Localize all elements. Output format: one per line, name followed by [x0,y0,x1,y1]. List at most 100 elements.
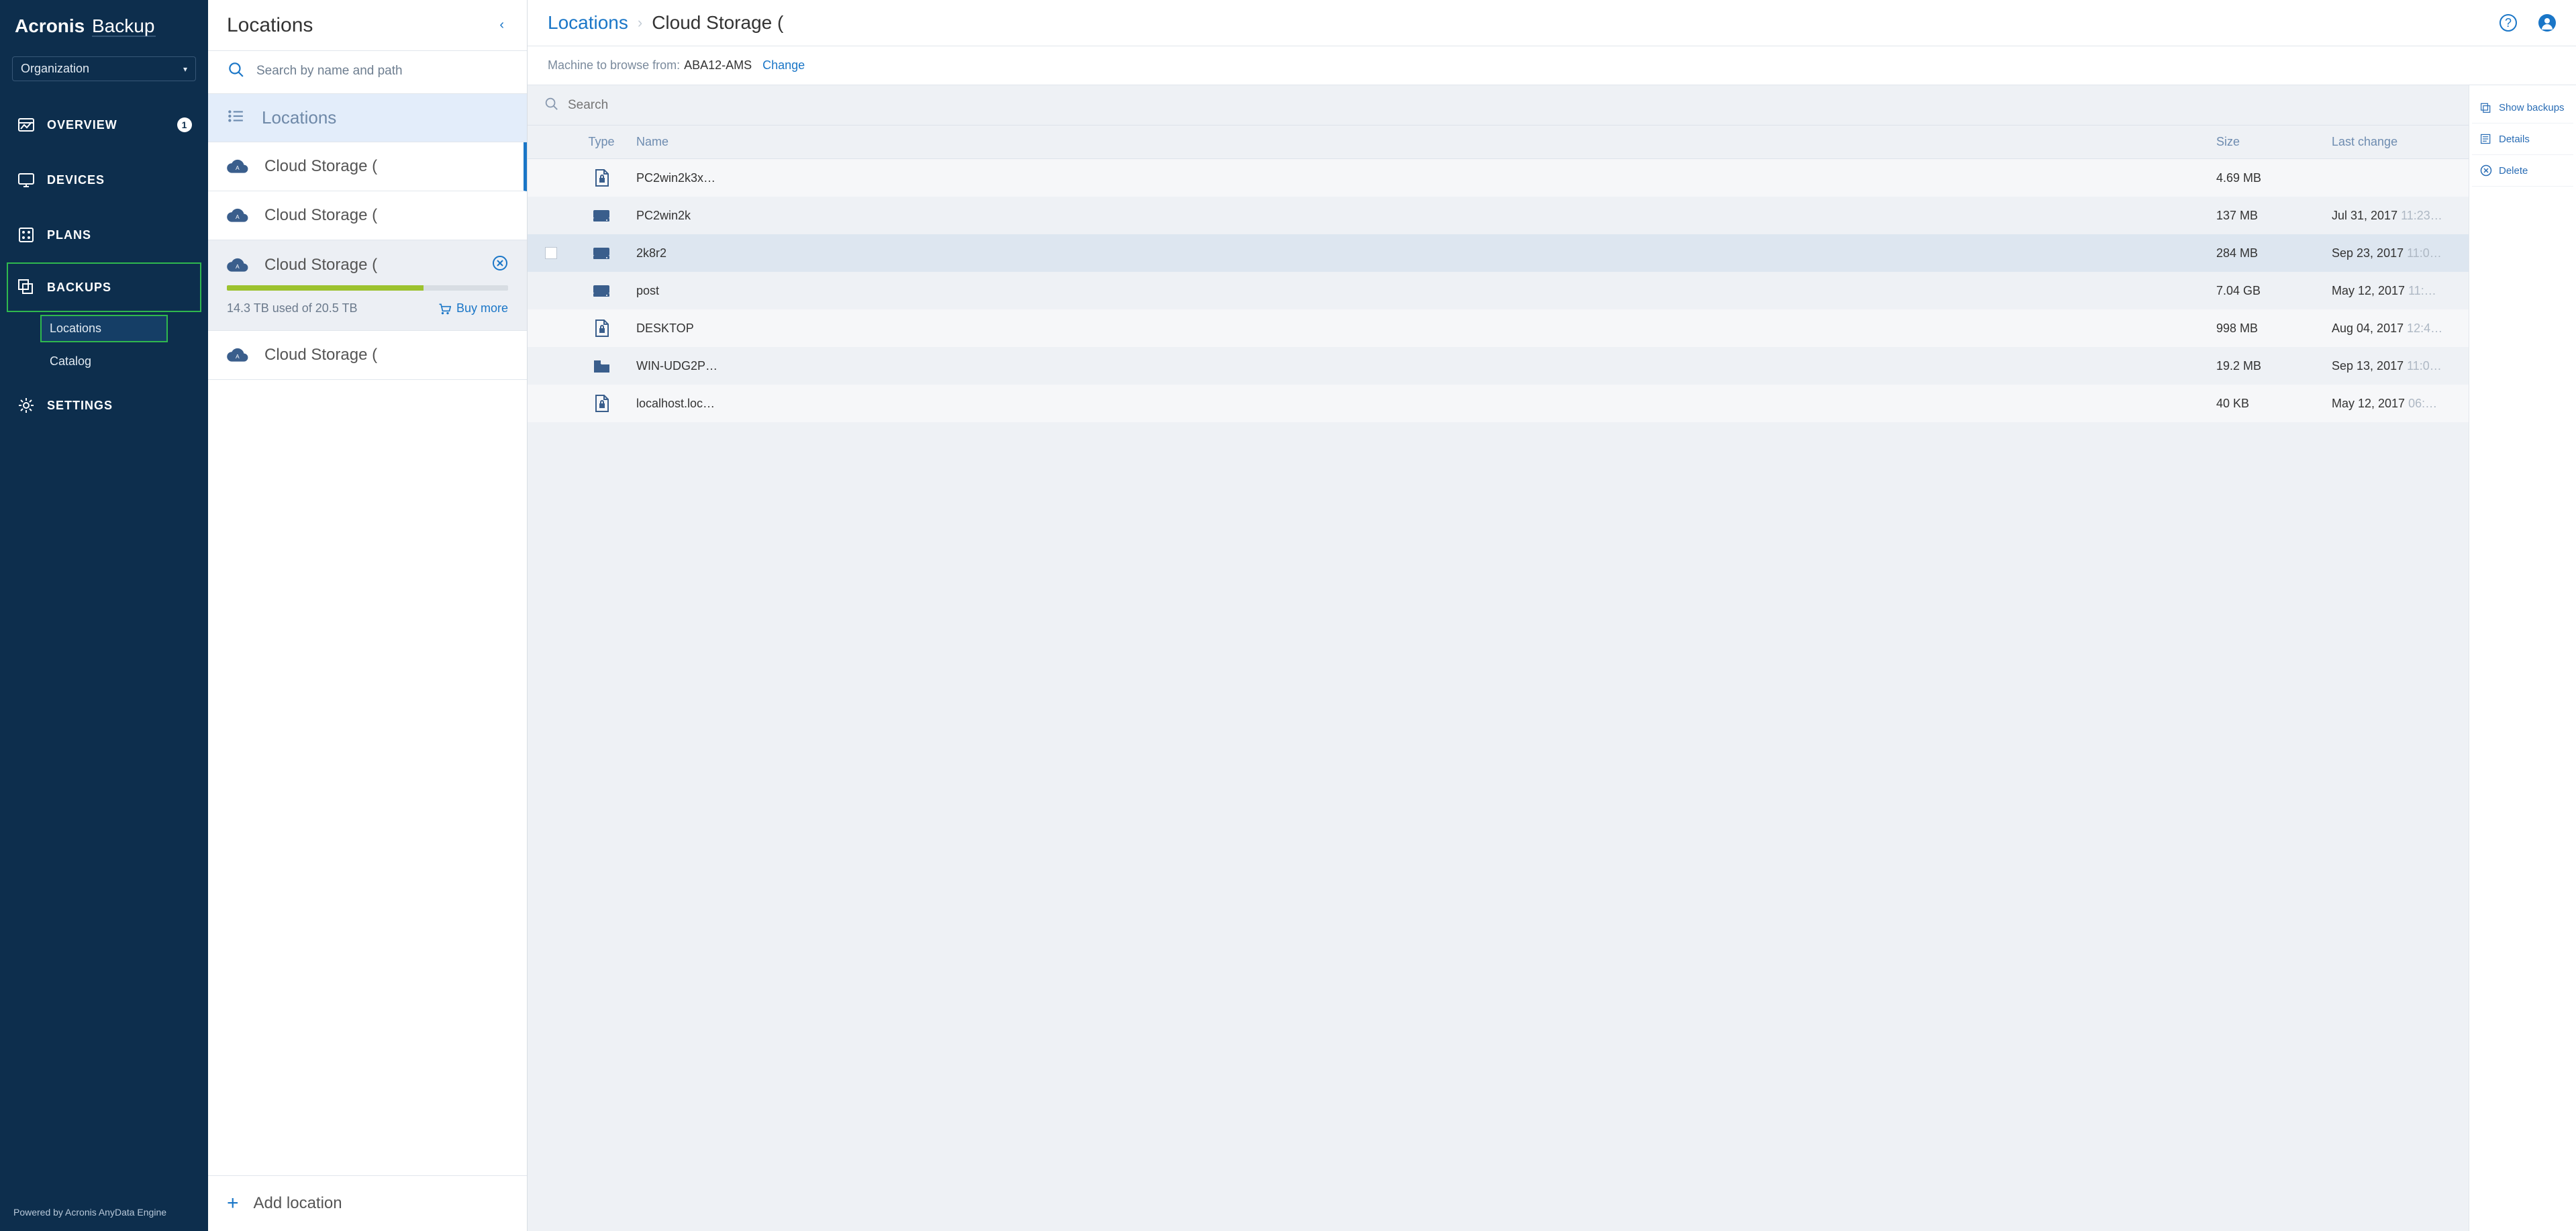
plus-icon: + [227,1192,239,1215]
row-last-change: Sep 13, 2017 11:0… [2332,359,2453,373]
locations-root[interactable]: Locations [208,94,527,142]
location-name: Cloud Storage ( [264,256,377,275]
row-name: PC2win2k [636,209,2208,223]
row-name: DESKTOP [636,322,2208,336]
col-size[interactable]: Size [2216,135,2324,149]
folder-icon [575,356,628,375]
browse-row[interactable]: WIN-UDG2P… 19.2 MB Sep 13, 2017 11:0… [528,347,2469,385]
locations-search [208,51,527,94]
devices-icon [16,170,36,190]
location-name: Cloud Storage ( [264,206,377,225]
location-item[interactable]: Cloud Storage ( [208,191,527,240]
browse-rows: PC2win2k3x… 4.69 MB PC2win2k 137 MB Jul … [528,159,2469,422]
svg-text:Backup: Backup [92,15,154,36]
organization-label: Organization [21,62,89,76]
browse-row[interactable]: PC2win2k 137 MB Jul 31, 2017 11:23… [528,197,2469,234]
account-icon[interactable] [2537,13,2557,33]
file-lock-icon [575,168,628,187]
close-icon[interactable] [492,255,508,275]
collapse-panel-button[interactable]: ‹ [493,13,511,37]
organization-selector[interactable]: Organization ▾ [12,56,196,81]
sidebar-footer: Powered by Acronis AnyData Engine [0,1196,208,1223]
action-details[interactable]: Details [2472,124,2573,155]
cloud-icon [227,257,250,273]
file-lock-icon [575,319,628,338]
row-last-change: Aug 04, 2017 12:4… [2332,322,2453,336]
nav-plans[interactable]: PLANS [0,207,208,262]
browse-row[interactable]: post 7.04 GB May 12, 2017 11:… [528,272,2469,309]
row-last-change: May 12, 2017 06:… [2332,397,2453,411]
row-size: 4.69 MB [2216,171,2324,185]
chevron-right-icon: › [638,14,642,32]
row-size: 137 MB [2216,209,2324,223]
browse-search-input[interactable] [568,98,2453,113]
row-checkbox[interactable] [545,247,557,259]
machine-change-link[interactable]: Change [762,58,805,72]
cloud-icon [227,347,250,363]
col-type[interactable]: Type [575,135,628,149]
machine-name: ABA12-AMS [684,58,752,72]
locations-title: Locations [227,14,313,37]
chevron-down-icon: ▾ [183,64,187,74]
breadcrumb-root[interactable]: Locations [548,12,628,34]
row-last-change: May 12, 2017 11:… [2332,284,2453,298]
action-details-label: Details [2499,134,2530,145]
row-size: 40 KB [2216,397,2324,411]
locations-panel: Locations ‹ Locations Cloud Storage ( Cl… [208,0,528,1231]
row-name: PC2win2k3x… [636,171,2208,185]
location-item[interactable]: Cloud Storage ( [208,142,527,191]
action-delete-label: Delete [2499,165,2528,177]
cloud-icon [227,158,250,175]
nav-overview[interactable]: OVERVIEW 1 [0,97,208,152]
nav-backups[interactable]: BACKUPS [7,262,201,312]
machine-selector: Machine to browse from: ABA12-AMS Change [528,46,2576,85]
col-last[interactable]: Last change [2332,135,2453,149]
help-icon[interactable] [2498,13,2518,33]
row-size: 284 MB [2216,246,2324,260]
buy-more-link[interactable]: Buy more [438,301,508,315]
location-item[interactable]: Cloud Storage ( [208,331,527,380]
col-name[interactable]: Name [636,135,2208,149]
action-panel: Show backups Details Delete [2469,85,2576,1231]
drive-icon [575,281,628,300]
overview-icon [16,115,36,135]
nav-backups-label: BACKUPS [47,281,111,295]
cloud-icon [227,207,250,224]
sidebar: Acronis Backup Organization ▾ OVERVIEW 1… [0,0,208,1231]
location-item[interactable]: Cloud Storage ( 14.3 TB used of 20.5 TB … [208,240,527,331]
nav-plans-label: PLANS [47,228,91,242]
locations-root-label: Locations [262,107,336,128]
file-lock-icon [575,394,628,413]
add-location-button[interactable]: + Add location [208,1175,527,1231]
nav-devices-label: DEVICES [47,173,105,187]
row-name: 2k8r2 [636,246,2208,260]
browse-row[interactable]: PC2win2k3x… 4.69 MB [528,159,2469,197]
row-size: 7.04 GB [2216,284,2324,298]
action-delete[interactable]: Delete [2472,155,2573,187]
browse-row[interactable]: 2k8r2 284 MB Sep 23, 2017 11:0… [528,234,2469,272]
nav-sub-catalog[interactable]: Catalog [0,345,208,378]
nav: OVERVIEW 1 DEVICES PLANS BACKUPS Locatio… [0,97,208,1196]
browse-columns-header: Type Name Size Last change [528,125,2469,159]
locations-panel-header: Locations ‹ [208,0,527,51]
nav-overview-label: OVERVIEW [47,118,117,132]
search-icon [544,96,558,114]
browse-row[interactable]: localhost.loc… 40 KB May 12, 2017 06:… [528,385,2469,422]
nav-sub-locations[interactable]: Locations [40,315,168,342]
location-name: Cloud Storage ( [264,157,377,176]
browse-row[interactable]: DESKTOP 998 MB Aug 04, 2017 12:4… [528,309,2469,347]
locations-search-input[interactable] [256,64,511,79]
nav-settings[interactable]: SETTINGS [0,378,208,433]
nav-devices[interactable]: DEVICES [0,152,208,207]
drive-icon [575,244,628,262]
header-actions [2498,13,2557,33]
browse-list: Type Name Size Last change PC2win2k3x… 4… [528,85,2469,1231]
backups-icon [16,277,36,297]
nav-settings-label: SETTINGS [47,399,113,413]
settings-icon [16,395,36,415]
browse-area: Type Name Size Last change PC2win2k3x… 4… [528,85,2576,1231]
browse-search [528,85,2469,125]
row-size: 19.2 MB [2216,359,2324,373]
row-last-change: Sep 23, 2017 11:0… [2332,246,2453,260]
action-show-backups[interactable]: Show backups [2472,92,2573,124]
